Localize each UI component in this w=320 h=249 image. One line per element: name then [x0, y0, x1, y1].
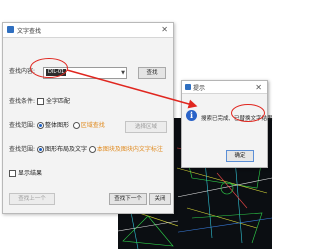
scope-option-area: 区域查找: [80, 122, 105, 129]
range-radio-layout[interactable]: [36, 146, 44, 153]
scope-row: 查找范围: 整体图形 区域查找: [9, 121, 105, 131]
prompt-dialog: 提示 ✕ i 搜索已完成, 已替换文字结果 确定: [181, 80, 273, 168]
scope-option-whole: 整体图形: [44, 122, 69, 129]
prompt-titlebar[interactable]: 提示 ✕: [182, 81, 267, 94]
information-icon: i: [186, 110, 197, 121]
whole-word-checkbox[interactable]: [36, 98, 44, 105]
find-next-button[interactable]: 查找下一个: [109, 193, 147, 205]
find-text-dialog: 文字查找 ✕ 查找内容: DIL-01 ▼ 查找 查找条件: 全字匹配 查找范围…: [2, 22, 174, 214]
prompt-title: 提示: [193, 85, 206, 92]
find-dialog-titlebar[interactable]: 文字查找 ✕: [3, 23, 173, 38]
whole-word-label: 全字匹配: [45, 98, 70, 105]
find-dialog-title: 文字查找: [17, 28, 42, 35]
range-option-layout: 图形布局及文字: [44, 146, 87, 153]
app-icon: [7, 26, 14, 33]
close-icon[interactable]: ✕: [255, 83, 262, 92]
scope-label: 查找范围:: [9, 122, 36, 129]
show-result-checkbox[interactable]: [9, 170, 16, 177]
find-prev-button[interactable]: 查找上一个: [9, 193, 55, 205]
close-icon[interactable]: ✕: [161, 25, 168, 34]
search-button[interactable]: 查找: [138, 67, 166, 79]
condition-row: 查找条件: 全字匹配: [9, 97, 70, 107]
show-result-row: 显示结果: [9, 169, 42, 179]
range-option-block: 本图块及图块内文字标注: [96, 146, 163, 153]
scope-radio-area[interactable]: [72, 122, 80, 129]
range-row: 查找范围: 图形布局及文字 本图块及图块内文字标注: [9, 145, 163, 155]
prompt-message-1: 搜索已完成,: [201, 116, 231, 122]
chevron-down-icon[interactable]: ▼: [121, 68, 125, 78]
show-result-label: 显示结果: [18, 170, 43, 177]
search-value-highlight: [30, 58, 68, 78]
ok-button[interactable]: 确定: [226, 150, 254, 162]
pick-area-button[interactable]: 选择区域: [125, 121, 167, 133]
condition-label: 查找条件:: [9, 98, 36, 105]
result-text-highlight: [231, 104, 265, 122]
app-icon: [185, 84, 191, 90]
scope-radio-whole[interactable]: [36, 122, 44, 129]
close-button[interactable]: 关闭: [149, 193, 171, 205]
range-label: 查找范围:: [9, 146, 36, 153]
range-radio-block[interactable]: [88, 146, 96, 153]
